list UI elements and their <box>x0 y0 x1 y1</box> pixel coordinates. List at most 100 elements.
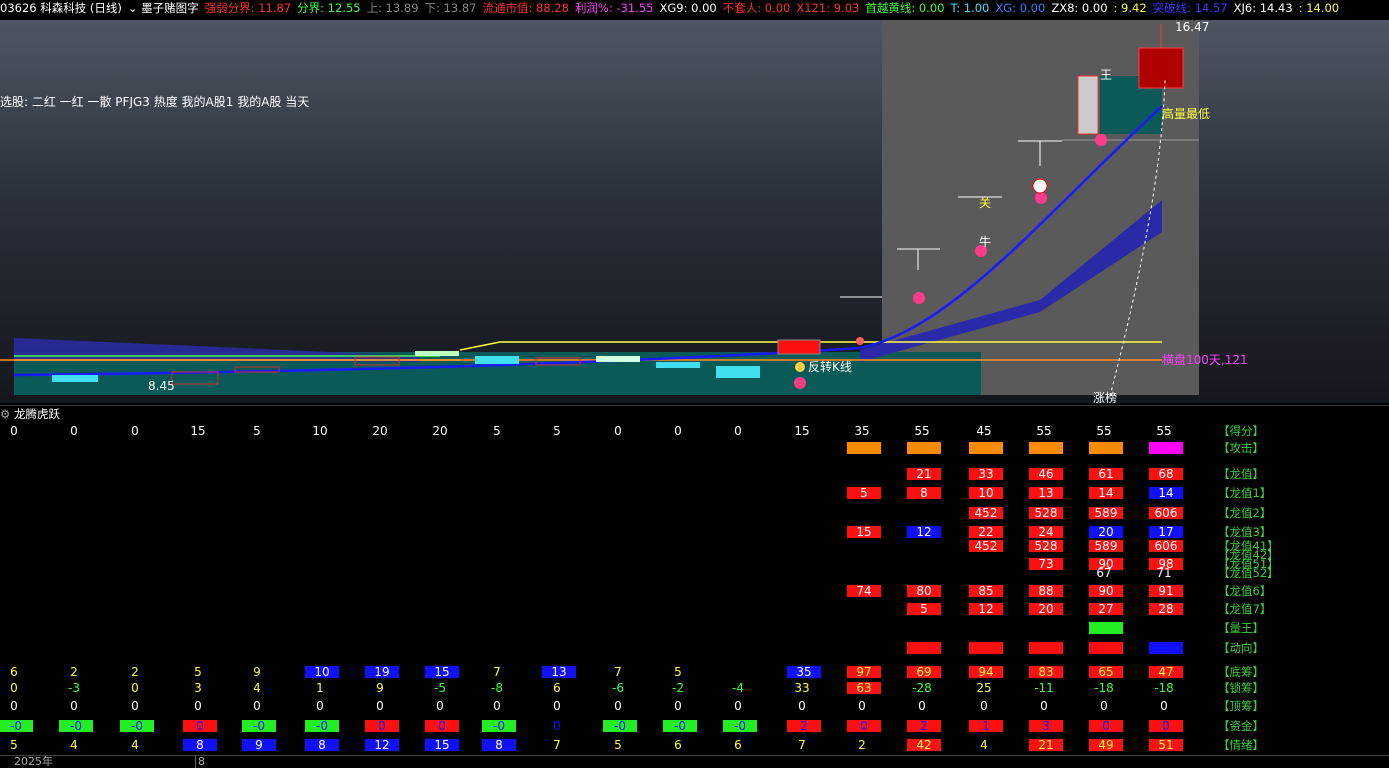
pig-marker-icon <box>1095 134 1107 146</box>
main-chart-panel[interactable]: 选股: 二红 一红 一散 PFJG3 热度 我的A股1 我的A股 当天 16.4… <box>0 20 1389 403</box>
table-cell: -0 <box>723 720 757 733</box>
dot-marker-icon <box>856 337 864 345</box>
table-cell: 0 <box>70 699 78 713</box>
table-cell: 5 <box>553 424 561 438</box>
table-cell: 97 <box>847 666 881 679</box>
candle-top <box>1138 47 1184 89</box>
table-cell: 0 <box>734 699 742 713</box>
table-cell <box>907 442 941 454</box>
row-label: 【锁筹】 <box>1218 681 1264 695</box>
table-cell: 1 <box>969 720 1003 733</box>
table-cell: 91 <box>1149 585 1183 598</box>
indicator-value: 首越黄线: 0.00 <box>865 1 945 15</box>
row-label: 【量王】 <box>1218 621 1264 635</box>
table-cell: 63 <box>847 682 881 695</box>
table-cell: 0 <box>493 699 501 713</box>
row-label: 【攻击】 <box>1218 441 1264 455</box>
table-cell: 73 <box>1029 558 1063 571</box>
indicator-value: XJ6: 14.43 <box>1233 1 1293 15</box>
table-cell: 10 <box>312 424 328 438</box>
table-cell: 0 <box>376 699 384 713</box>
table-cell: 28 <box>1149 603 1183 616</box>
table-cell: 7 <box>798 738 806 752</box>
table-cell: 7 <box>493 665 501 679</box>
table-cell: -0 <box>242 720 276 733</box>
candle <box>777 339 821 355</box>
table-cell: 17 <box>1149 526 1183 539</box>
indicator-value: 03626 科森科技 (日线) <box>0 1 122 15</box>
table-cell <box>969 442 1003 454</box>
limit-up-label: 涨榜 <box>1093 390 1117 403</box>
table-cell: 0 <box>1160 699 1168 713</box>
table-cell: 55 <box>914 424 930 438</box>
indicator-panel-header[interactable]: ⚙ 龙腾虎跃 <box>0 405 1389 422</box>
table-cell <box>1089 622 1123 634</box>
pig-marker-icon <box>1035 192 1047 204</box>
indicator-value: ZX8: 0.00 <box>1051 1 1108 15</box>
table-cell: 5 <box>253 424 261 438</box>
table-cell: 2 <box>70 665 78 679</box>
table-cell: 2 <box>907 720 941 733</box>
table-cell: 65 <box>1089 666 1123 679</box>
table-cell: 33 <box>794 681 810 695</box>
indicator-value: 流通市值: 88.28 <box>482 1 569 15</box>
table-cell <box>847 442 881 454</box>
table-cell <box>1089 442 1123 454</box>
table-cell <box>1149 442 1183 454</box>
candle <box>415 351 459 356</box>
table-cell: -2 <box>672 681 684 695</box>
table-cell: 0 <box>10 424 18 438</box>
table-cell: 15 <box>847 526 881 539</box>
table-cell: 35 <box>787 666 821 679</box>
table-cell: 6 <box>10 665 18 679</box>
table-cell: 13 <box>542 666 576 679</box>
indicator-value: 利润%: -31.55 <box>574 1 654 15</box>
indicator-value: 下: 13.87 <box>424 1 477 15</box>
table-cell: -0 <box>603 720 637 733</box>
table-cell: -0 <box>663 720 697 733</box>
table-cell: 13 <box>1029 487 1063 500</box>
table-cell: 0 <box>614 699 622 713</box>
row-label: 【龙值1】 <box>1218 486 1272 500</box>
table-cell: 61 <box>1089 468 1123 481</box>
table-cell: -18 <box>1154 681 1174 695</box>
table-cell: 5 <box>493 424 501 438</box>
table-cell: 74 <box>847 585 881 598</box>
table-cell: 0 <box>316 699 324 713</box>
table-cell: 21 <box>1029 739 1063 752</box>
table-cell: 47 <box>1149 666 1183 679</box>
candle <box>52 375 98 382</box>
table-cell: 0 <box>131 699 139 713</box>
indicator-value: : 9.42 <box>1113 1 1147 15</box>
table-cell: 20 <box>1029 603 1063 616</box>
gear-icon[interactable]: ⚙ <box>0 407 10 421</box>
table-cell: 5 <box>674 665 682 679</box>
indicator-value: XG: 0.00 <box>995 1 1046 15</box>
table-cell: 12 <box>365 739 399 752</box>
table-cell: 6 <box>553 681 561 695</box>
table-cell: 21 <box>907 468 941 481</box>
table-cell: 5 <box>194 665 202 679</box>
table-cell <box>969 642 1003 654</box>
table-cell: 12 <box>969 603 1003 616</box>
row-label: 【资金】 <box>1218 719 1264 733</box>
table-cell: -8 <box>491 681 503 695</box>
table-cell: -28 <box>912 681 932 695</box>
price-low-label: 8.45 <box>148 379 175 393</box>
table-cell: 452 <box>969 507 1003 520</box>
table-cell: 3 <box>194 681 202 695</box>
table-cell: 452 <box>969 540 1003 553</box>
table-cell: -4 <box>732 681 744 695</box>
table-cell: 10 <box>305 666 339 679</box>
band-left <box>14 338 420 362</box>
table-cell: 10 <box>969 487 1003 500</box>
table-cell <box>1149 642 1183 654</box>
table-cell: 0 <box>436 699 444 713</box>
king-label: 王 <box>1100 68 1112 82</box>
candlestick-chart[interactable]: 选股: 二红 一红 一散 PFJG3 热度 我的A股1 我的A股 当天 16.4… <box>0 20 1389 403</box>
table-cell: 55 <box>1036 424 1052 438</box>
table-cell: 0 <box>798 699 806 713</box>
table-cell: 19 <box>365 666 399 679</box>
table-cell: 35 <box>854 424 870 438</box>
candle <box>475 356 519 364</box>
